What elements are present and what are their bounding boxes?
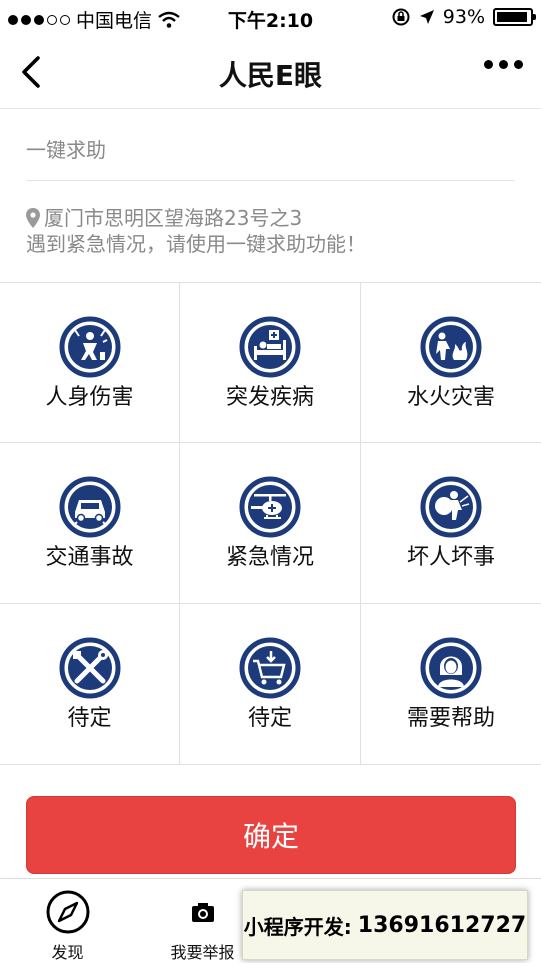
- more-menu-icon[interactable]: [484, 60, 523, 69]
- location-pin-icon: [26, 208, 40, 228]
- location-block: 厦门市思明区望海路23号之3 遇到紧急情况，请使用一键求助功能！: [26, 205, 366, 257]
- cart-icon: [239, 637, 301, 699]
- category-label: 需要帮助: [406, 706, 495, 731]
- person-help-icon: [420, 637, 482, 699]
- emergency-helicopter-icon: [239, 476, 301, 538]
- category-label: 突发疾病: [225, 385, 314, 410]
- confirm-button[interactable]: 确定: [26, 796, 516, 874]
- category-injury[interactable]: 人身伤害: [0, 283, 180, 443]
- category-traffic-accident[interactable]: 交通事故: [0, 443, 180, 604]
- tools-icon: [59, 637, 120, 699]
- location-line: 厦门市思明区望海路23号之3: [26, 205, 366, 231]
- nav-bar: 人民E眼: [0, 34, 541, 109]
- status-bar: 中国电信 下午2:10 93%: [0, 0, 541, 34]
- category-label: 交通事故: [45, 545, 134, 570]
- category-label: 待定: [247, 706, 292, 731]
- rotation-lock-icon: [392, 8, 410, 26]
- traffic-accident-icon: [59, 476, 120, 538]
- category-need-help[interactable]: 需要帮助: [361, 604, 541, 765]
- help-title: 一键求助: [26, 138, 106, 162]
- category-label: 待定: [67, 706, 112, 731]
- promo-phone: 13691612727: [357, 912, 527, 938]
- category-label: 紧急情况: [225, 545, 314, 570]
- category-sudden-illness[interactable]: 突发疾病: [180, 283, 361, 443]
- divider: [26, 180, 515, 181]
- compass-icon: [46, 890, 89, 934]
- thief-icon: [420, 476, 482, 538]
- camera-icon: [191, 903, 214, 922]
- category-thief[interactable]: 坏人坏事: [361, 443, 541, 604]
- battery-fill: [497, 12, 527, 22]
- page-title: 人民E眼: [218, 59, 323, 92]
- location-arrow-icon: [419, 10, 434, 24]
- battery-percent: 93%: [442, 6, 485, 28]
- category-label: 坏人坏事: [406, 545, 495, 570]
- category-pending-1[interactable]: 待定: [0, 604, 180, 765]
- fire-flood-icon: [420, 316, 482, 378]
- battery-icon: [493, 8, 536, 26]
- promo-banner: 小程序开发: 13691612727: [242, 890, 528, 960]
- injury-icon: [59, 316, 120, 378]
- tab-discover[interactable]: 发现: [0, 879, 135, 962]
- status-right: 93%: [391, 6, 536, 28]
- category-label: 水火灾害: [406, 385, 495, 410]
- tab-label: 发现: [51, 943, 84, 962]
- category-emergency[interactable]: 紧急情况: [180, 443, 361, 604]
- promo-label: 小程序开发:: [243, 914, 352, 939]
- location-address: 厦门市思明区望海路23号之3: [44, 206, 303, 230]
- category-label: 人身伤害: [45, 385, 134, 410]
- location-hint: 遇到紧急情况，请使用一键求助功能！: [26, 232, 366, 256]
- category-pending-2[interactable]: 待定: [180, 604, 361, 765]
- category-fire-flood[interactable]: 水火灾害: [361, 283, 541, 443]
- category-grid: 人身伤害 突发疾病 水火灾害 交通事故 紧急情况 坏人坏事 待定 待定 需要帮助: [0, 282, 541, 765]
- sudden-illness-icon: [239, 316, 301, 378]
